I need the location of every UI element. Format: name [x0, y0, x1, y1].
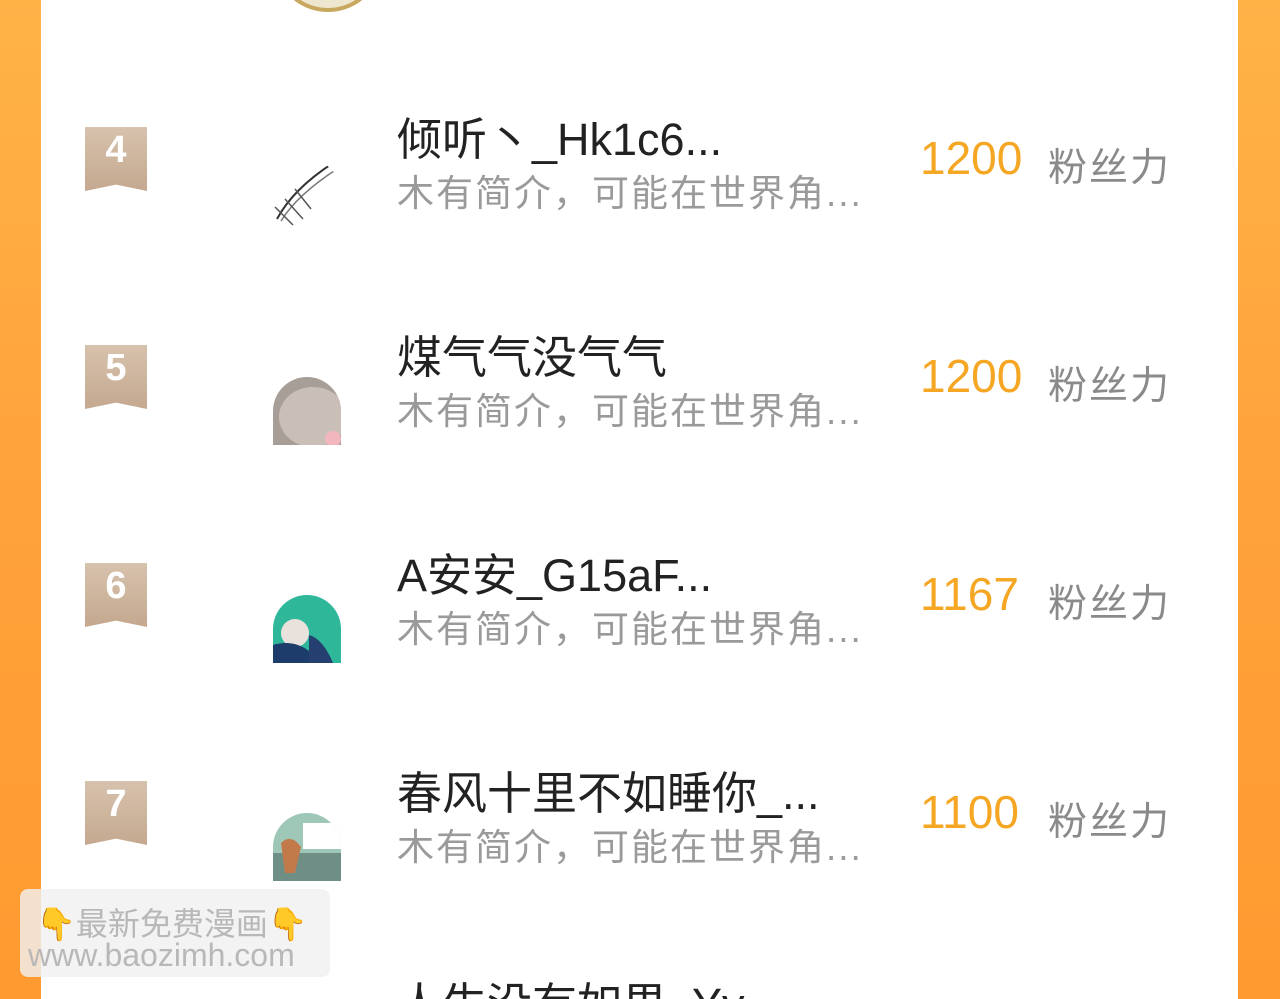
avatar[interactable] — [273, 377, 341, 445]
fan-score: 1200 — [920, 132, 1023, 184]
fan-score-unit: 粉丝力 — [1048, 147, 1172, 190]
watermark-url: www.baozimh.com — [28, 937, 295, 973]
watermark: 👇最新免费漫画👇 www.baozimh.com — [20, 889, 330, 977]
rank-badge: 5 — [85, 345, 147, 409]
rank-badge: 4 — [85, 127, 147, 191]
user-bio: 木有简介，可能在世界角... — [397, 609, 863, 650]
fan-score: 1100 — [920, 786, 1019, 838]
user-bio: 木有简介，可能在世界角... — [397, 173, 863, 214]
fan-score-unit: 粉丝力 — [1048, 583, 1172, 626]
fan-score: 1200 — [920, 350, 1023, 402]
fan-score-unit: 粉丝力 — [1048, 801, 1172, 844]
avatar[interactable] — [273, 159, 341, 227]
user-bio: 木有简介，可能在世界角... — [397, 391, 863, 432]
avatar[interactable] — [273, 813, 341, 881]
user-name[interactable]: 煤气气没气气 — [397, 321, 667, 386]
ranking-row[interactable]: 6 A安安_G15aF... 木有简介，可能在世界角... 1167 粉丝力 — [41, 550, 1238, 781]
user-name-partial[interactable]: 人生没有如果_Yy — [397, 968, 745, 999]
rank-badge: 7 — [85, 781, 147, 845]
avatar-previous[interactable] — [273, 0, 383, 12]
ranking-row[interactable]: 5 煤气气没气气 木有简介，可能在世界角... 1200 粉丝力 — [41, 332, 1238, 563]
avatar[interactable] — [273, 595, 341, 663]
fan-score-unit: 粉丝力 — [1048, 365, 1172, 408]
ranking-card: 4 倾听丶_Hk1c6... 木有简介，可能在世界角... 1200 粉丝力 5… — [41, 0, 1238, 999]
user-name[interactable]: A安安_G15aF... — [397, 539, 712, 604]
ranking-row[interactable]: 4 倾听丶_Hk1c6... 木有简介，可能在世界角... 1200 粉丝力 — [41, 114, 1238, 345]
rank-badge: 6 — [85, 563, 147, 627]
user-name[interactable]: 春风十里不如睡你_... — [397, 757, 820, 822]
fan-score: 1167 — [920, 568, 1019, 620]
user-bio: 木有简介，可能在世界角... — [397, 827, 863, 868]
user-name[interactable]: 倾听丶_Hk1c6... — [397, 103, 722, 168]
